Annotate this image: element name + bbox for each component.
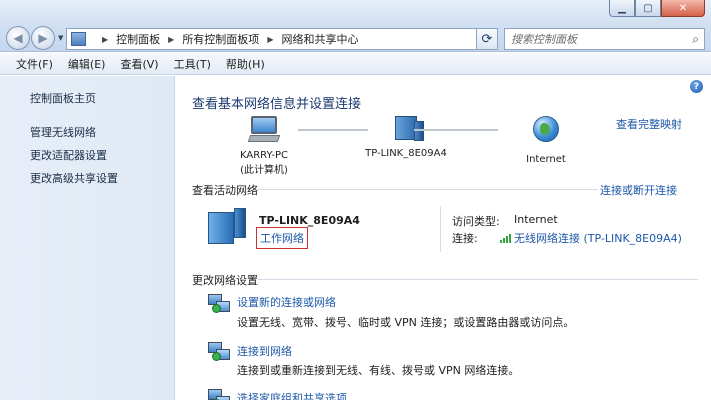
task-connect-network-desc: 连接到或重新连接到无线、有线、拨号或 VPN 网络连接。 <box>237 364 520 377</box>
node-internet[interactable]: Internet <box>516 116 576 165</box>
connect-network-icon <box>208 342 230 362</box>
network-type-link[interactable]: 工作网络 <box>256 227 308 249</box>
minimize-button[interactable]: ▁ <box>609 0 635 17</box>
sidebar-item-advanced-sharing[interactable]: 更改高级共享设置 <box>30 170 174 186</box>
address-bar[interactable]: ▶ 控制面板 ▶ 所有控制面板项 ▶ 网络和共享中心 ▼ <box>66 28 496 50</box>
section-divider <box>258 279 698 280</box>
breadcrumb-item-control-panel[interactable]: 控制面板 <box>116 31 160 47</box>
forward-arrow-icon[interactable]: ▶ <box>31 26 55 50</box>
connection-label: 连接: <box>452 232 478 245</box>
search-input[interactable]: 搜索控制面板 ⌕ <box>504 28 705 50</box>
close-button[interactable]: ✕ <box>661 0 705 17</box>
navigation-buttons: ◀ ▶ ▼ <box>6 26 63 50</box>
task-connect-network-link[interactable]: 连接到网络 <box>237 343 292 359</box>
menu-view[interactable]: 查看(V) <box>120 56 158 72</box>
recent-pages-dropdown-icon[interactable]: ▼ <box>58 34 63 42</box>
access-type-value: Internet <box>514 213 558 226</box>
internet-globe-icon <box>533 116 559 142</box>
section-divider <box>258 189 598 190</box>
breadcrumb-item-network-center[interactable]: 网络和共享中心 <box>281 31 358 47</box>
router-icon <box>395 116 424 141</box>
window-controls: ▁ ▢ ✕ <box>609 0 705 17</box>
wireless-connection-text: 无线网络连接 (TP-LINK_8E09A4) <box>514 232 682 245</box>
task-setup-connection-desc: 设置无线、宽带、拨号、临时或 VPN 连接；或设置路由器或访问点。 <box>237 316 575 329</box>
window-chrome: ▁ ▢ ✕ ◀ ▶ ▼ ▶ 控制面板 ▶ 所有控制面板项 ▶ 网络和共享中心 ▼… <box>0 0 711 52</box>
menu-tools[interactable]: 工具(T) <box>174 56 211 72</box>
pc-subtitle: (此计算机) <box>240 165 288 176</box>
menu-bar: 文件(F) 编辑(E) 查看(V) 工具(T) 帮助(H) <box>0 53 711 75</box>
access-type-label: 访问类型: <box>452 215 500 228</box>
search-icon[interactable]: ⌕ <box>692 32 699 47</box>
homegroup-icon <box>208 389 230 400</box>
task-setup-connection-link[interactable]: 设置新的连接或网络 <box>237 294 336 310</box>
breadcrumb-separator-icon: ▶ <box>168 34 175 44</box>
breadcrumb-separator-icon: ▶ <box>102 34 109 44</box>
back-arrow-icon[interactable]: ◀ <box>6 26 30 50</box>
router-name: TP-LINK_8E09A4 <box>365 148 447 159</box>
wireless-connection-link[interactable]: 无线网络连接 (TP-LINK_8E09A4) <box>500 230 682 246</box>
network-name: TP-LINK_8E09A4 <box>259 214 360 227</box>
search-placeholder: 搜索控制面板 <box>511 33 577 46</box>
menu-help[interactable]: 帮助(H) <box>226 56 265 72</box>
node-this-pc[interactable]: KARRY-PC (此计算机) <box>234 116 294 176</box>
connect-disconnect-link[interactable]: 连接或断开连接 <box>600 182 677 198</box>
change-settings-heading: 更改网络设置 <box>192 274 258 287</box>
wifi-signal-icon <box>500 234 511 243</box>
connection-line <box>414 129 498 131</box>
vertical-divider <box>440 206 441 252</box>
new-connection-icon <box>208 294 230 314</box>
page-title: 查看基本网络信息并设置连接 <box>192 97 362 112</box>
refresh-icon[interactable]: ⟳ <box>476 28 498 50</box>
menu-edit[interactable]: 编辑(E) <box>68 56 106 72</box>
breadcrumb-item-all-items[interactable]: 所有控制面板项 <box>182 31 259 47</box>
control-panel-icon <box>71 32 86 46</box>
computer-icon <box>247 116 281 142</box>
active-networks-heading: 查看活动网络 <box>192 184 258 197</box>
task-homegroup-link[interactable]: 选择家庭组和共享选项 <box>237 390 347 400</box>
node-router[interactable]: TP-LINK_8E09A4 <box>358 116 454 159</box>
breadcrumb-separator-icon: ▶ <box>267 34 274 44</box>
maximize-button[interactable]: ▢ <box>635 0 661 17</box>
network-location-icon <box>208 208 248 244</box>
help-icon[interactable]: ? <box>690 80 703 93</box>
internet-label: Internet <box>526 154 566 165</box>
sidebar: 控制面板主页 管理无线网络 更改适配器设置 更改高级共享设置 <box>0 76 175 400</box>
view-full-map-link[interactable]: 查看完整映射 <box>616 116 682 132</box>
breadcrumb: ▶ 控制面板 ▶ 所有控制面板项 ▶ 网络和共享中心 <box>94 31 358 47</box>
sidebar-item-manage-wireless[interactable]: 管理无线网络 <box>30 124 174 140</box>
menu-file[interactable]: 文件(F) <box>16 56 53 72</box>
pc-name: KARRY-PC <box>239 150 289 161</box>
main-content: ? 查看基本网络信息并设置连接 查看完整映射 KARRY-PC (此计算机) T… <box>176 76 711 400</box>
sidebar-item-home[interactable]: 控制面板主页 <box>30 90 174 106</box>
sidebar-item-adapter-settings[interactable]: 更改适配器设置 <box>30 147 174 163</box>
